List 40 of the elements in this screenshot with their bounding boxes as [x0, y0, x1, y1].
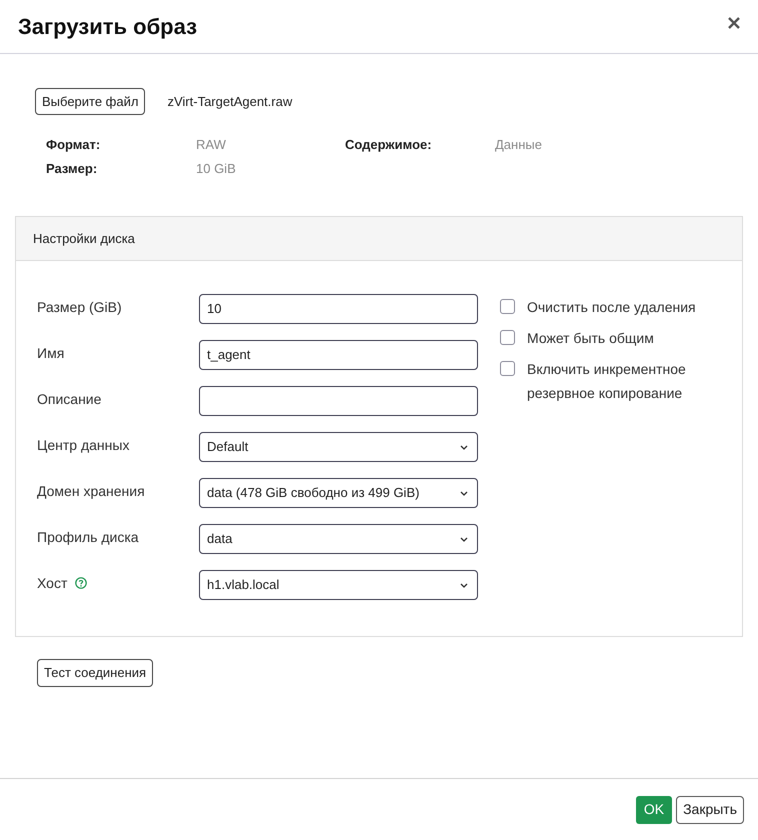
- checkbox-label: Очистить после удаления: [527, 298, 697, 317]
- panel-title: Настройки диска: [33, 230, 135, 248]
- field-label: Профиль диска: [37, 528, 139, 547]
- field-label: Домен хранения: [37, 482, 145, 501]
- dialog-title: Загрузить образ: [18, 13, 198, 41]
- checkbox[interactable]: [500, 299, 515, 314]
- select-field[interactable]: Default: [199, 432, 478, 462]
- info-label: Содержимое:: [345, 136, 433, 154]
- info-value: RAW: [196, 136, 227, 154]
- text-input[interactable]: 10: [199, 294, 478, 324]
- field-label: Имя: [37, 344, 64, 362]
- field-label: Центр данных: [37, 436, 130, 455]
- chevron-down-icon: [460, 490, 468, 496]
- ok-button[interactable]: OK: [636, 796, 672, 824]
- info-value: 10 GiB: [196, 160, 237, 178]
- text-input[interactable]: [199, 386, 478, 416]
- help-icon[interactable]: [75, 577, 88, 589]
- select-field[interactable]: data: [199, 524, 478, 554]
- chevron-down-icon: [460, 536, 468, 542]
- field-label: Размер (GiB): [37, 298, 122, 317]
- test-connection-button[interactable]: Тест соединения: [37, 659, 154, 687]
- checkbox-label: Включить инкрементное резервное копирование: [527, 360, 687, 403]
- info-value: Данные: [495, 136, 543, 154]
- info-label: Формат:: [46, 136, 102, 154]
- choose-file-button[interactable]: Выберите файл: [35, 88, 146, 115]
- field-label: Описание: [37, 390, 102, 408]
- text-input[interactable]: t_agent: [199, 340, 478, 370]
- info-label: Размер:: [46, 160, 98, 178]
- select-field[interactable]: data (478 GiB свободно из 499 GiB): [199, 478, 478, 508]
- select-field[interactable]: h1.vlab.local: [199, 570, 478, 600]
- chevron-down-icon: [460, 582, 468, 588]
- checkbox[interactable]: [500, 330, 515, 345]
- chevron-down-icon: [460, 444, 468, 450]
- file-name: zVirt-TargetAgent.raw: [167, 92, 292, 111]
- close-dialog-button[interactable]: Закрыть: [676, 796, 744, 824]
- checkbox[interactable]: [500, 361, 515, 376]
- field-label: Хост: [37, 574, 68, 592]
- close-button[interactable]: [727, 16, 741, 30]
- checkbox-label: Может быть общим: [527, 329, 655, 348]
- close-icon: [728, 16, 740, 28]
